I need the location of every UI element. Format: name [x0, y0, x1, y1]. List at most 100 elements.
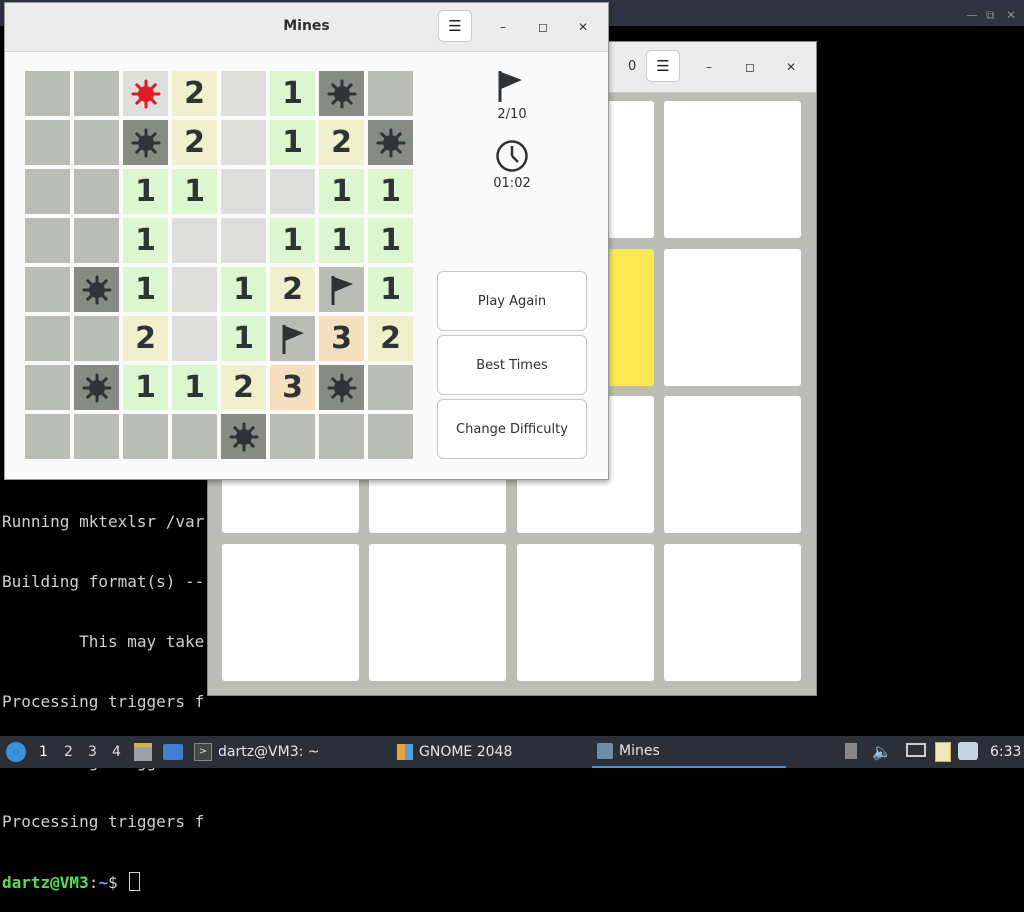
cell-number[interactable]: 1	[319, 218, 364, 263]
close-button[interactable]: ✕	[572, 16, 594, 38]
taskbar-window-terminal[interactable]: > dartz@VM3: ~	[194, 736, 320, 768]
minimize-button[interactable]: –	[492, 16, 514, 38]
cell-empty[interactable]	[172, 267, 217, 312]
file-manager-icon	[134, 743, 152, 761]
cell-number[interactable]: 1	[172, 365, 217, 410]
cell-mine[interactable]	[123, 120, 168, 165]
cell-unrevealed[interactable]	[25, 267, 70, 312]
cell-unrevealed[interactable]	[74, 218, 119, 263]
cell-exploded-mine[interactable]	[123, 71, 168, 116]
menu-button[interactable]: ☰	[646, 50, 680, 82]
workspace-1[interactable]: 1	[39, 744, 48, 760]
clipboard-icon[interactable]	[935, 742, 951, 766]
cell-number[interactable]: 1	[123, 169, 168, 214]
cell-unrevealed[interactable]	[25, 316, 70, 361]
cell-number[interactable]: 1	[319, 169, 364, 214]
cell-number[interactable]: 1	[221, 316, 266, 361]
tile	[664, 249, 801, 386]
best-times-button[interactable]: Best Times	[437, 335, 587, 395]
cell-number[interactable]: 1	[172, 169, 217, 214]
cell-unrevealed[interactable]	[368, 71, 413, 116]
cell-number[interactable]: 1	[123, 218, 168, 263]
menu-button[interactable]: ☰	[438, 10, 472, 42]
cell-number[interactable]: 2	[270, 267, 315, 312]
cell-number[interactable]: 1	[123, 267, 168, 312]
close-icon[interactable]: ✕	[1006, 8, 1016, 22]
cell-number[interactable]: 2	[123, 316, 168, 361]
update-notifier-icon[interactable]	[958, 742, 978, 764]
cell-number[interactable]: 3	[270, 365, 315, 410]
taskbar-window-mines[interactable]: Mines	[592, 736, 786, 768]
cell-number[interactable]: 1	[368, 218, 413, 263]
cell-empty[interactable]	[270, 169, 315, 214]
clock[interactable]: 6:33	[990, 744, 1021, 760]
cell-unrevealed[interactable]	[74, 414, 119, 459]
cell-mine[interactable]	[319, 365, 364, 410]
workspace-4[interactable]: 4	[112, 744, 121, 760]
cell-empty[interactable]	[172, 316, 217, 361]
cell-unrevealed[interactable]	[368, 365, 413, 410]
hamburger-menu-icon: ☰	[448, 17, 462, 35]
cell-mine[interactable]	[74, 365, 119, 410]
notification-arrow-icon[interactable]	[845, 743, 857, 763]
cell-number[interactable]: 1	[270, 71, 315, 116]
cell-unrevealed[interactable]	[270, 414, 315, 459]
cell-number[interactable]: 1	[270, 218, 315, 263]
cell-number[interactable]: 3	[319, 316, 364, 361]
cell-number[interactable]: 1	[368, 267, 413, 312]
cell-unrevealed[interactable]	[25, 120, 70, 165]
maximize-button[interactable]: ◻	[739, 56, 761, 78]
start-menu-button[interactable]	[6, 736, 26, 768]
network-icon[interactable]	[906, 743, 926, 761]
cell-empty[interactable]	[221, 120, 266, 165]
cell-unrevealed[interactable]	[74, 71, 119, 116]
workspace-2[interactable]: 2	[64, 744, 73, 760]
cell-unrevealed[interactable]	[74, 169, 119, 214]
cell-unrevealed[interactable]	[25, 365, 70, 410]
cell-number[interactable]: 2	[172, 120, 217, 165]
cell-flagged[interactable]	[270, 316, 315, 361]
cell-empty[interactable]	[221, 218, 266, 263]
maximize-icon[interactable]: ⧉	[986, 8, 995, 23]
cell-unrevealed[interactable]	[123, 414, 168, 459]
cell-mine[interactable]	[368, 120, 413, 165]
cell-mine[interactable]	[221, 414, 266, 459]
cell-empty[interactable]	[221, 71, 266, 116]
cell-mine[interactable]	[319, 71, 364, 116]
file-manager-launcher[interactable]	[134, 736, 152, 768]
terminal-line: Processing triggers f	[2, 812, 205, 831]
tile	[664, 544, 801, 681]
cell-unrevealed[interactable]	[368, 414, 413, 459]
desktop-launcher[interactable]	[163, 736, 183, 768]
cell-number[interactable]: 1	[270, 120, 315, 165]
cell-number[interactable]: 1	[221, 267, 266, 312]
cell-unrevealed[interactable]	[74, 120, 119, 165]
close-button[interactable]: ✕	[780, 56, 802, 78]
cell-flagged[interactable]	[319, 267, 364, 312]
cell-empty[interactable]	[172, 218, 217, 263]
workspace-3[interactable]: 3	[88, 744, 97, 760]
cell-unrevealed[interactable]	[25, 71, 70, 116]
minimize-button[interactable]: –	[698, 56, 720, 78]
change-difficulty-button[interactable]: Change Difficulty	[437, 399, 587, 459]
cell-mine[interactable]	[74, 267, 119, 312]
cell-unrevealed[interactable]	[25, 414, 70, 459]
cell-unrevealed[interactable]	[319, 414, 364, 459]
cell-number[interactable]: 2	[319, 120, 364, 165]
cell-unrevealed[interactable]	[25, 169, 70, 214]
taskbar-window-2048[interactable]: GNOME 2048	[397, 736, 512, 768]
minimize-icon[interactable]: —	[966, 8, 978, 22]
cell-number[interactable]: 1	[123, 365, 168, 410]
cell-number[interactable]: 2	[368, 316, 413, 361]
cell-empty[interactable]	[221, 169, 266, 214]
play-again-button[interactable]: Play Again	[437, 271, 587, 331]
cell-number[interactable]: 1	[368, 169, 413, 214]
cell-unrevealed[interactable]	[74, 316, 119, 361]
cell-number[interactable]: 2	[172, 71, 217, 116]
terminal-output[interactable]: Running mktexlsr /var Building format(s)…	[2, 472, 204, 912]
cell-unrevealed[interactable]	[25, 218, 70, 263]
cell-number[interactable]: 2	[221, 365, 266, 410]
cell-unrevealed[interactable]	[172, 414, 217, 459]
volume-icon[interactable]: 🔈	[872, 742, 892, 761]
maximize-button[interactable]: ◻	[532, 16, 554, 38]
